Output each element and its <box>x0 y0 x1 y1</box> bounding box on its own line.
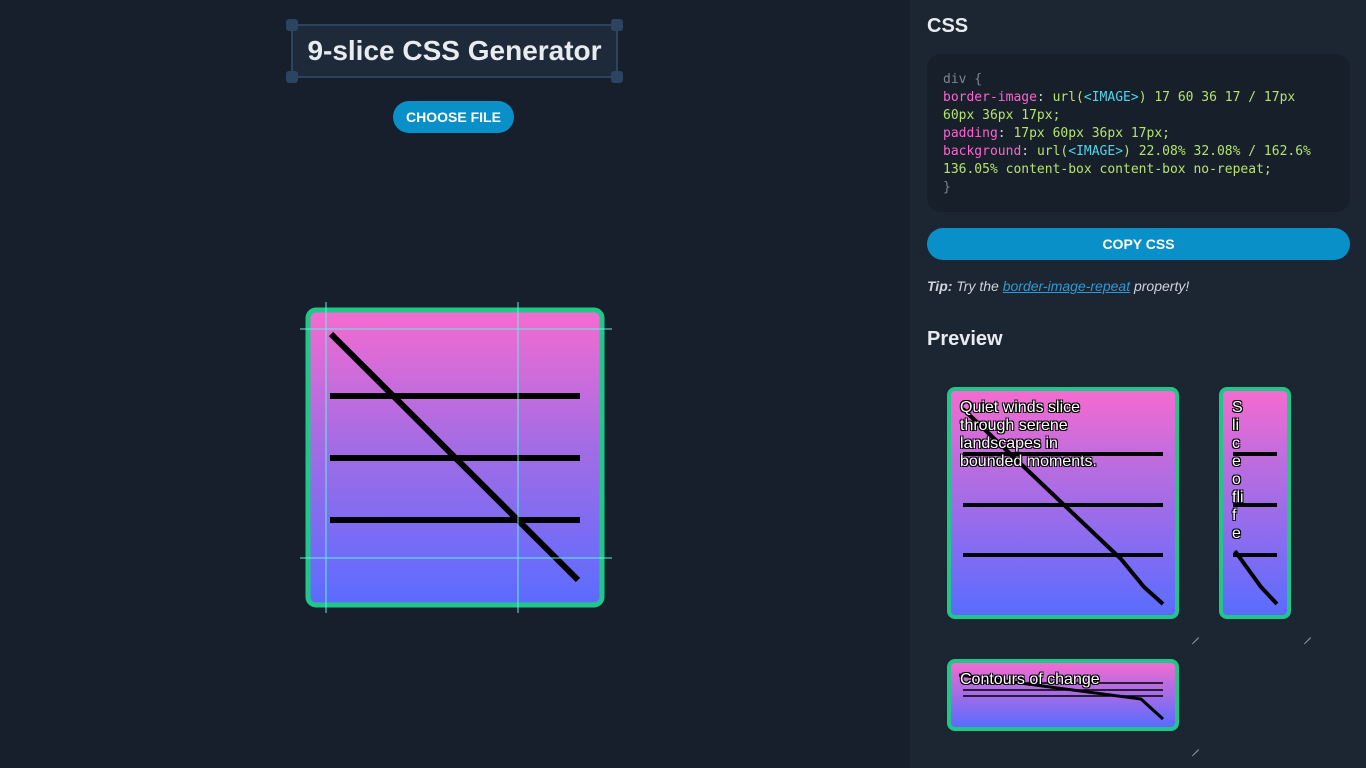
tip-text: Tip: Try the border-image-repeat propert… <box>927 278 1189 294</box>
css-code-block: div { border-image: url(<IMAGE>) 17 60 3… <box>927 54 1350 212</box>
resize-handle-icon[interactable] <box>1192 631 1199 638</box>
sidebar: CSS div { border-image: url(<IMAGE>) 17 … <box>910 0 1366 768</box>
code-prop-background: background <box>943 144 1022 159</box>
tip-label: Tip: <box>927 278 953 294</box>
code-image-placeholder: <IMAGE> <box>1083 90 1139 105</box>
resize-handle-icon[interactable] <box>1192 743 1199 750</box>
code-selector: div { <box>943 72 983 87</box>
code-fn: url( <box>1052 90 1084 105</box>
preview-box-narrow[interactable]: Sliceoflife <box>1219 387 1291 619</box>
title-corner-decoration <box>611 19 623 31</box>
editor-area: 9-slice CSS Generator CHOOSE FILE <box>0 0 910 768</box>
title-corner-decoration <box>611 71 623 83</box>
resize-handle-icon[interactable] <box>1304 631 1311 638</box>
css-heading: CSS <box>927 15 969 37</box>
code-prop-padding: padding <box>943 126 998 141</box>
code-value-padding: 17px 60px 36px 17px; <box>1013 126 1170 141</box>
title-corner-decoration <box>286 19 298 31</box>
preview-box-large[interactable]: Quiet winds slice through serene landsca… <box>947 387 1179 619</box>
code-image-placeholder: <IMAGE> <box>1068 144 1124 159</box>
code-fn: url( <box>1036 144 1069 159</box>
title-corner-decoration <box>286 71 298 83</box>
code-prop-border-image: border-image <box>943 90 1037 105</box>
border-image-repeat-link[interactable]: border-image-repeat <box>1003 278 1130 294</box>
copy-css-button[interactable]: COPY CSS <box>927 228 1350 260</box>
slice-image-canvas <box>300 302 612 613</box>
choose-file-button[interactable]: CHOOSE FILE <box>393 101 514 133</box>
preview-text: Contours of change <box>960 671 1100 688</box>
preview-box-short[interactable]: Contours of change <box>947 659 1179 731</box>
page-title: 9-slice CSS Generator <box>307 35 602 66</box>
preview-text: Sliceoflife <box>1232 399 1244 542</box>
code-close: } <box>943 180 951 195</box>
preview-text: Quiet winds slice through serene landsca… <box>960 399 1097 470</box>
slice-editor <box>300 300 612 615</box>
title-box: 9-slice CSS Generator <box>286 19 623 83</box>
preview-heading: Preview <box>927 328 1003 350</box>
tip-after: property! <box>1133 278 1190 294</box>
tip-before: Try the <box>956 278 999 294</box>
